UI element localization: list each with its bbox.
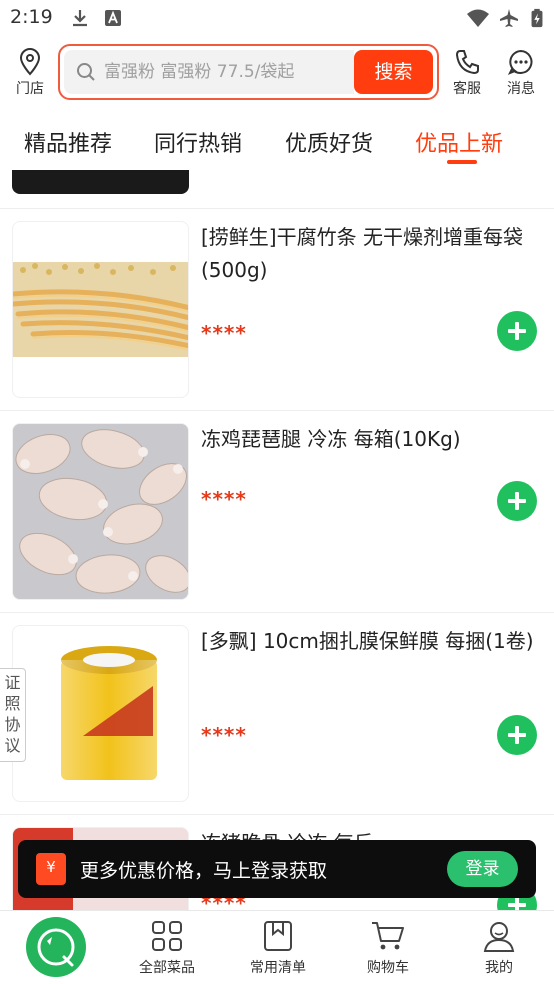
search-input[interactable] [104,58,349,86]
store-label: 门店 [16,81,44,97]
nav-label: 我的 [485,960,513,976]
chat-bubble-icon [507,49,533,75]
add-to-cart-button[interactable] [497,311,537,351]
tab-new-arrivals[interactable]: 优品上新 [415,126,503,158]
nav-label: 全部菜品 [139,960,195,976]
search-button[interactable]: 搜索 [354,50,433,94]
product-title[interactable]: [捞鲜生]干腐竹条 无干燥剂增重每袋(500g) [201,221,541,287]
wifi-icon [467,9,489,27]
airplane-icon [500,9,518,27]
coupon-icon: ¥ [36,853,66,885]
active-tab-indicator [447,160,477,164]
cart-icon [372,922,404,950]
tab-featured[interactable]: 精品推荐 [24,126,112,158]
product-item[interactable]: [多飘] 10cm捆扎膜保鲜膜 每捆(1卷) **** [0,612,554,814]
bottom-navigation: 全部菜品 常用清单 购物车 我的 [0,910,554,984]
add-to-cart-button[interactable] [497,481,537,521]
search-field[interactable] [64,50,354,94]
search-icon [77,63,95,81]
store-button[interactable]: 门店 [7,46,53,102]
customer-service-button[interactable]: 客服 [444,46,490,102]
license-agreement-tab[interactable]: 证照协议 [0,668,26,762]
grid-icon [152,921,182,951]
message-button[interactable]: 消息 [498,46,544,102]
product-image-tofu-skin[interactable] [12,221,189,398]
tab-quality[interactable]: 优质好货 [285,126,373,158]
product-item[interactable]: [捞鲜生]干腐竹条 无干燥剂增重每袋(500g) **** [0,208,554,410]
tab-peer-hot[interactable]: 同行热销 [154,126,242,158]
product-price: **** [201,321,247,345]
service-label: 客服 [453,81,481,97]
home-logo-button[interactable] [26,917,86,977]
login-promo-banner: ¥ 更多优惠价格，马上登录获取 登录 [18,840,536,898]
nav-frequent-list[interactable]: 常用清单 [233,917,323,983]
product-title[interactable]: 冻鸡琵琶腿 冷冻 每箱(10Kg) [201,423,541,456]
nav-label: 常用清单 [250,960,306,976]
login-promo-message: 更多优惠价格，马上登录获取 [80,860,328,882]
add-to-cart-button[interactable] [497,715,537,755]
nav-profile[interactable]: 我的 [454,917,544,983]
nav-label: 购物车 [367,960,409,976]
status-time: 2:19 [10,6,53,28]
message-label: 消息 [507,81,535,97]
previous-product-image [12,170,189,194]
nav-cart[interactable]: 购物车 [343,917,433,983]
download-icon [73,10,87,27]
font-icon [105,10,121,26]
product-title[interactable]: [多飘] 10cm捆扎膜保鲜膜 每捆(1卷) [201,625,541,658]
bookmark-icon [264,921,292,951]
product-list[interactable]: [捞鲜生]干腐竹条 无干燥剂增重每袋(500g) **** 冻鸡琵琶腿 冷冻 每… [0,170,554,910]
product-item[interactable]: 冻鸡琵琶腿 冷冻 每箱(10Kg) **** [0,410,554,612]
category-tabs: 精品推荐 同行热销 优质好货 优品上新 [0,106,554,170]
product-price: **** [201,487,247,511]
login-button[interactable]: 登录 [447,851,518,887]
product-image-chicken-drumsticks[interactable] [12,423,189,600]
search-box: 搜索 [58,44,439,100]
header: 门店 搜索 客服 消息 [0,38,554,106]
battery-icon [531,8,543,28]
product-price: **** [201,723,247,747]
phone-icon [455,50,479,75]
product-image-cling-film[interactable] [12,625,189,802]
brand-logo-icon [37,928,75,967]
nav-all-dishes[interactable]: 全部菜品 [122,917,212,983]
status-bar: 2:19 [0,0,554,38]
location-pin-icon [19,48,41,76]
user-icon [483,922,515,952]
